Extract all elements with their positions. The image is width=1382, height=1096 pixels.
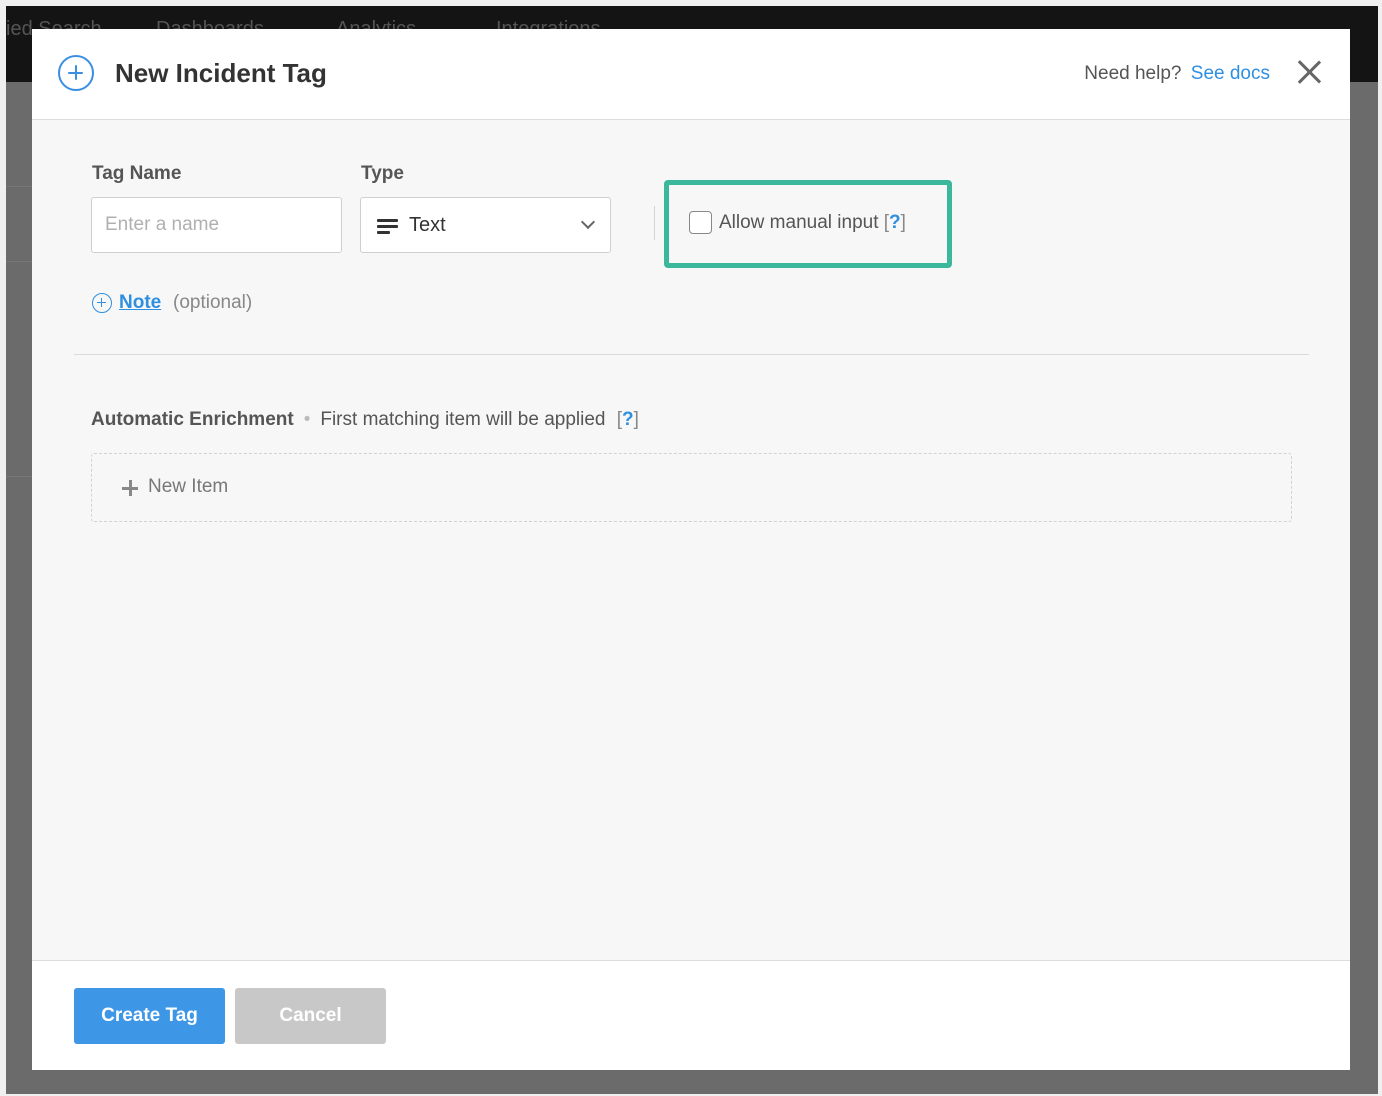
- vertical-divider: [654, 206, 655, 240]
- enrichment-subtitle: First matching item will be applied: [320, 409, 606, 430]
- manual-input-help-icon[interactable]: ?: [889, 212, 901, 233]
- new-item-button[interactable]: New Item: [91, 453, 1292, 522]
- help-bracket-close: ]: [633, 409, 639, 430]
- allow-manual-input-checkbox[interactable]: [689, 211, 712, 234]
- text-lines-icon: [377, 219, 398, 234]
- allow-manual-input-label: Allow manual input [?]: [719, 212, 906, 234]
- add-circle-icon: [58, 55, 94, 91]
- close-icon[interactable]: [1296, 59, 1322, 85]
- type-label: Type: [361, 163, 404, 184]
- type-select[interactable]: Text: [360, 197, 611, 253]
- help-bracket-close: ]: [900, 212, 906, 233]
- allow-manual-input-text: Allow manual input: [719, 212, 879, 233]
- bg-divider: [6, 186, 32, 187]
- cancel-button[interactable]: Cancel: [235, 988, 386, 1044]
- new-item-label: New Item: [148, 476, 229, 497]
- tag-name-input[interactable]: [91, 197, 342, 253]
- help-text: Need help?: [1084, 63, 1182, 84]
- manual-input-help: [?]: [884, 212, 906, 233]
- type-select-value: Text: [409, 214, 446, 236]
- new-incident-tag-modal: New Incident Tag Need help? See docs Tag…: [32, 29, 1350, 1070]
- create-tag-button[interactable]: Create Tag: [74, 988, 225, 1044]
- modal-footer: Create Tag Cancel: [32, 960, 1350, 1070]
- separator-dot: •: [303, 409, 311, 430]
- note-optional-text: (optional): [173, 292, 253, 313]
- modal-header: New Incident Tag Need help? See docs: [32, 29, 1350, 120]
- bg-divider: [6, 476, 32, 477]
- modal-title: New Incident Tag: [115, 58, 327, 88]
- enrichment-header: Automatic Enrichment • First matching item…: [91, 409, 639, 431]
- note-link[interactable]: Note: [119, 292, 161, 314]
- tag-name-label: Tag Name: [92, 163, 182, 184]
- help-section: Need help? See docs: [1084, 63, 1270, 85]
- enrichment-title: Automatic Enrichment: [91, 409, 294, 430]
- section-divider: [74, 354, 1309, 355]
- see-docs-link[interactable]: See docs: [1191, 63, 1270, 84]
- add-note-icon[interactable]: [92, 293, 112, 313]
- chevron-down-icon: [580, 214, 596, 230]
- plus-icon: [122, 480, 138, 496]
- enrichment-help: [?]: [617, 409, 639, 430]
- bg-divider: [6, 261, 32, 262]
- enrichment-help-icon[interactable]: ?: [622, 409, 634, 430]
